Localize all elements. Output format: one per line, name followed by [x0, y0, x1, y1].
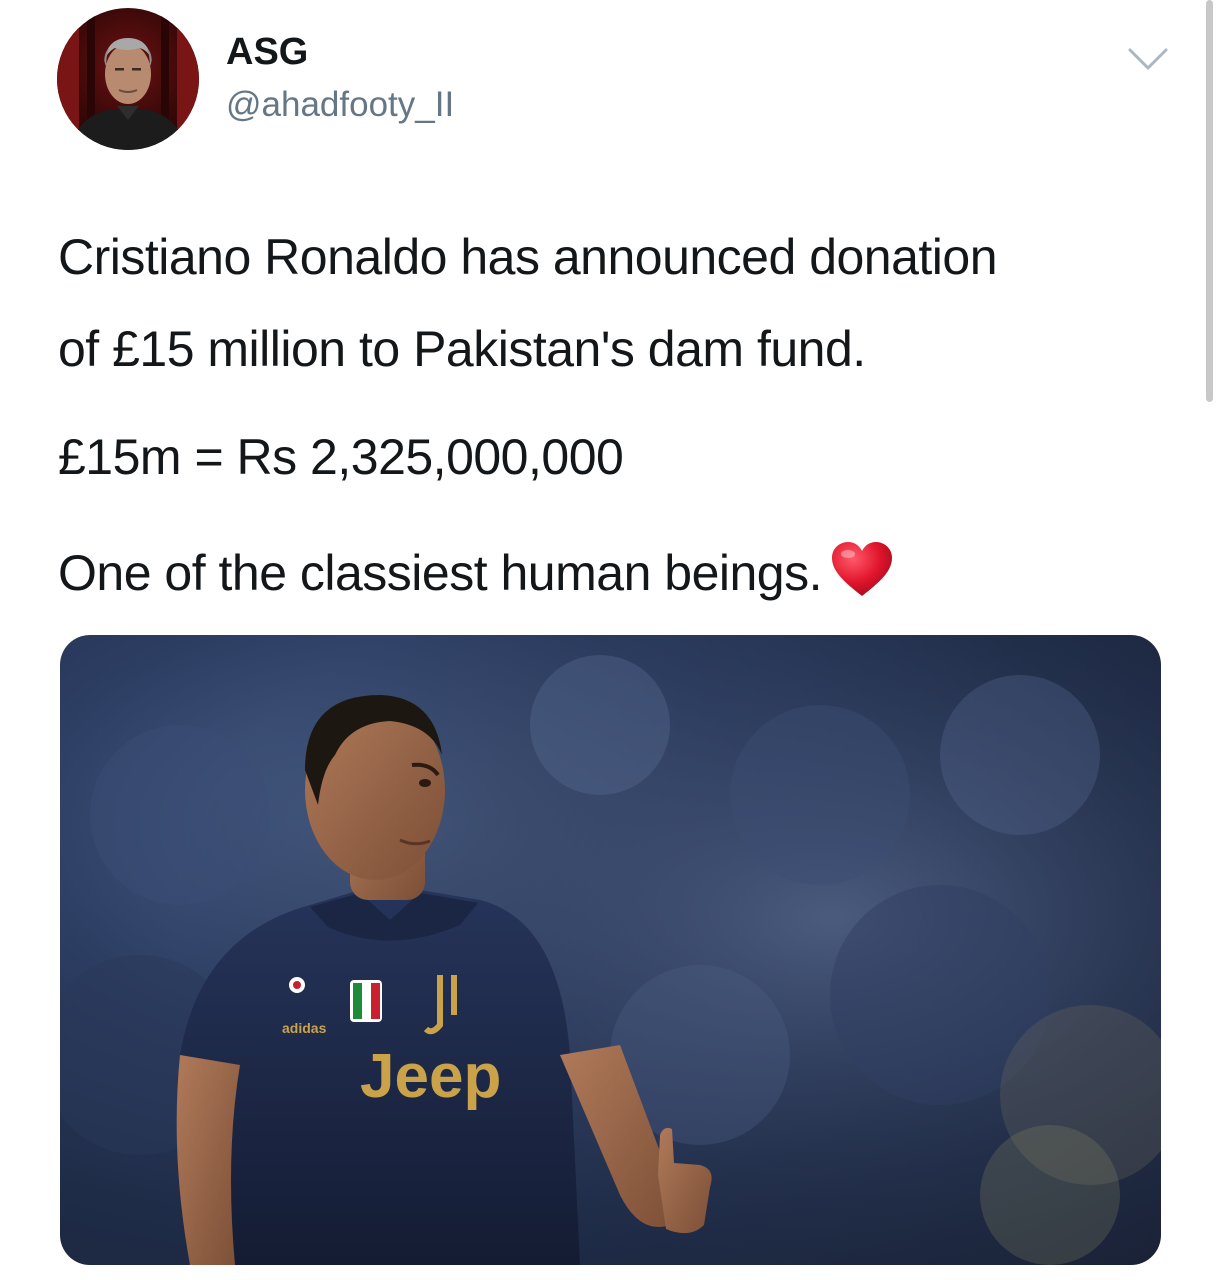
- avatar-image: [57, 8, 199, 150]
- tweet-text-line-4: One of the classiest human beings.: [58, 540, 894, 602]
- photo-content: Jeep adidas: [60, 635, 1161, 1265]
- jersey-sponsor-text: Jeep: [360, 1042, 501, 1111]
- kit-brand-text: adidas: [282, 1020, 327, 1036]
- heart-icon: [830, 540, 894, 600]
- avatar[interactable]: [57, 8, 199, 150]
- tweet-text-line-4-label: One of the classiest human beings.: [58, 545, 823, 601]
- tweet-media-photo[interactable]: Jeep adidas: [60, 635, 1161, 1265]
- tweet-card: ASG @ahadfooty_II Cristiano Ronaldo has …: [0, 0, 1221, 1280]
- scrollbar[interactable]: [1206, 0, 1213, 402]
- user-handle[interactable]: @ahadfooty_II: [226, 84, 454, 126]
- tweet-text-line-3: £15m = Rs 2,325,000,000: [58, 429, 624, 485]
- chevron-down-icon[interactable]: [1126, 44, 1170, 74]
- tweet-text-line-2: of £15 million to Pakistan's dam fund.: [58, 321, 866, 377]
- tweet-text-line-1: Cristiano Ronaldo has announced donation: [58, 229, 998, 285]
- display-name[interactable]: ASG: [226, 30, 308, 74]
